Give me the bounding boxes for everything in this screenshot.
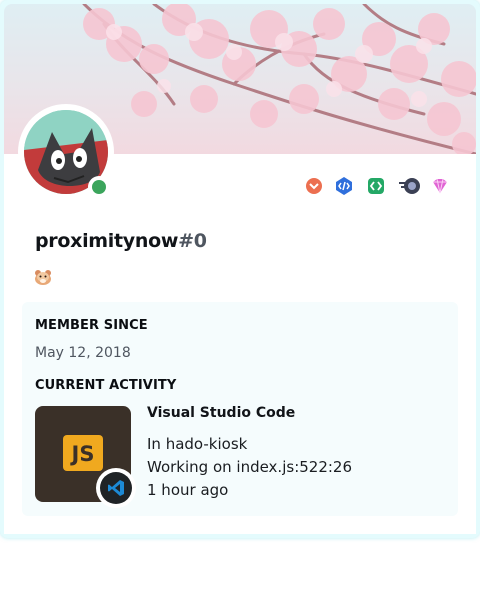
activity-elapsed-time: 1 hour ago [147, 481, 229, 499]
vscode-icon [100, 472, 132, 504]
code-badge-icon[interactable] [334, 176, 354, 196]
nitro-gem-badge-icon[interactable] [430, 176, 450, 196]
orb-badge-icon[interactable] [398, 176, 422, 196]
chevron-down-badge-icon[interactable] [304, 176, 324, 196]
member-since-date: May 12, 2018 [35, 345, 131, 361]
online-status-icon [92, 180, 106, 194]
current-activity-heading: CURRENT ACTIVITY [35, 378, 177, 393]
javascript-file-icon: JS [63, 435, 103, 471]
discriminator: #0 [178, 230, 207, 252]
hamster-emoji-icon [34, 268, 52, 286]
brackets-badge-icon[interactable] [366, 176, 386, 196]
activity-app-name: Visual Studio Code [147, 405, 296, 421]
activity-state: Working on index.js:522:26 [147, 458, 353, 476]
username-text: proximitynow [35, 230, 179, 252]
member-since-heading: MEMBER SINCE [35, 318, 148, 333]
activity-details: In hado-kiosk [147, 435, 248, 453]
username[interactable]: proximitynow#0 [35, 230, 207, 252]
